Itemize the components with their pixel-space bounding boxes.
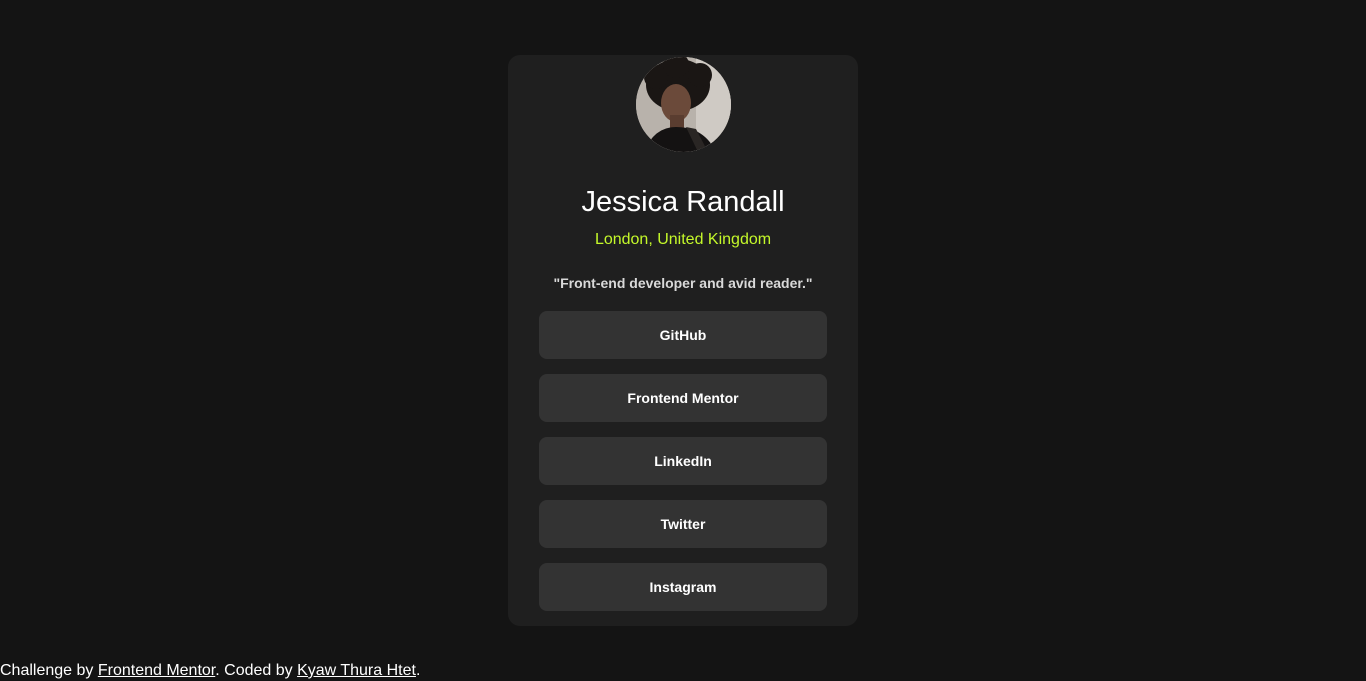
profile-location: London, United Kingdom (594, 231, 772, 248)
link-instagram-button[interactable]: Instagram (539, 563, 827, 611)
avatar (636, 57, 731, 152)
link-linkedin-button[interactable]: LinkedIn (539, 437, 827, 485)
link-frontend-mentor-button[interactable]: Frontend Mentor (539, 374, 827, 422)
social-links: GitHub Frontend Mentor LinkedIn Twitter … (539, 311, 827, 626)
challenge-link[interactable]: Frontend Mentor (98, 662, 215, 679)
attribution-prefix: Challenge by (0, 662, 98, 679)
attribution-middle: . Coded by (215, 662, 298, 679)
link-github-button[interactable]: GitHub (539, 311, 827, 359)
profile-name: Jessica Randall (581, 186, 785, 218)
avatar-photo (636, 57, 731, 152)
attribution-suffix: . (415, 662, 421, 679)
attribution: Challenge by Frontend Mentor. Coded by K… (0, 661, 420, 681)
link-twitter-button[interactable]: Twitter (539, 500, 827, 548)
profile-card: Jessica Randall London, United Kingdom "… (508, 55, 858, 626)
author-link[interactable]: Kyaw Thura Htet (297, 662, 416, 679)
profile-bio: "Front-end developer and avid reader." (553, 275, 813, 291)
